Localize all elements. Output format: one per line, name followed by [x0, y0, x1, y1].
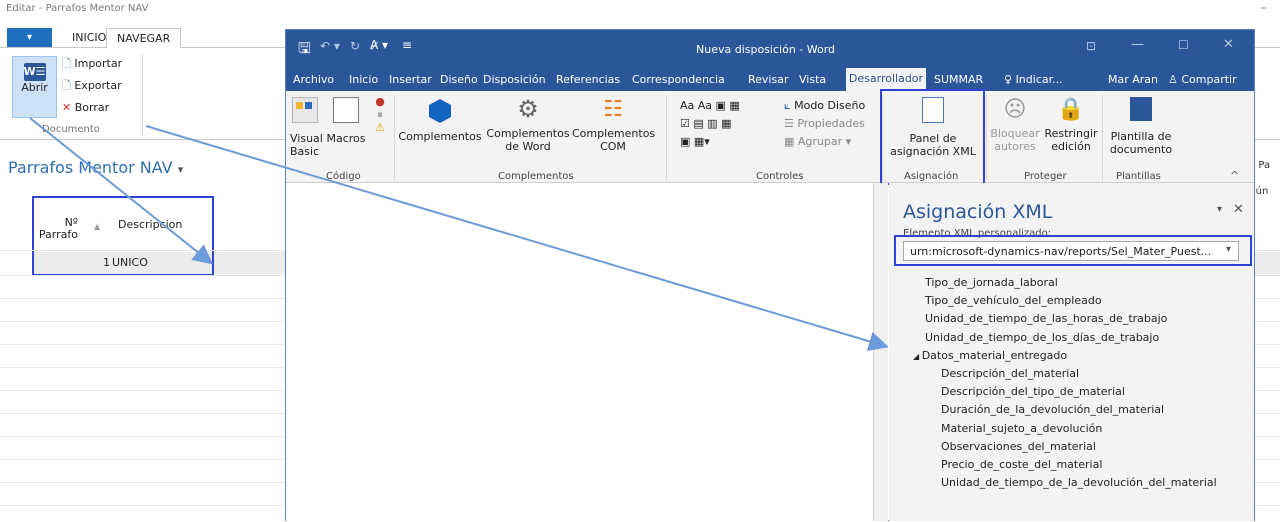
annotation-arrows: [29, 117, 889, 352]
arrow-to-row: [29, 117, 214, 265]
arrow-to-xml-tree: [145, 125, 889, 352]
